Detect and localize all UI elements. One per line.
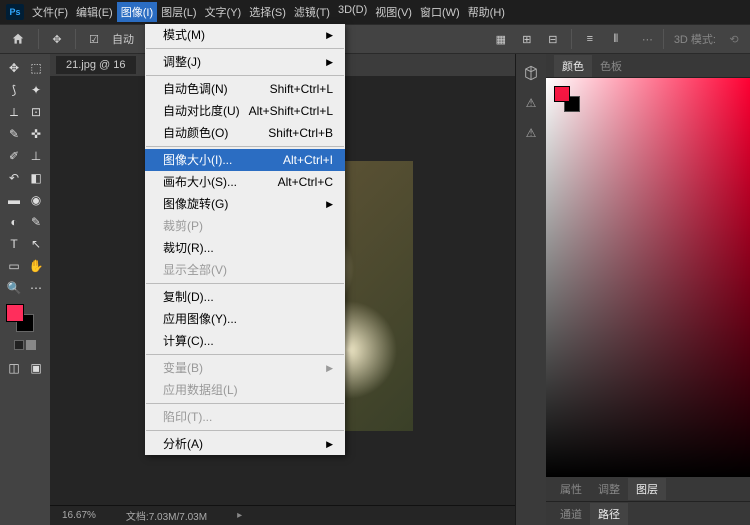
tool-palette: ✥⬚ ⟆✦ ⟂⊡ ✎✜ ✐⊥ ↶◧ ▬◉ ◐✎ T↖ ▭✋ 🔍⋯ ◫ ▣ (0, 54, 50, 525)
distribute-icon[interactable]: ≡ (582, 31, 598, 47)
image-menu-dropdown: 模式(M)▶ 调整(J)▶ 自动色调(N)Shift+Ctrl+L自动对比度(U)A… (145, 24, 345, 455)
distribute-icon-2[interactable]: ⫴ (608, 31, 624, 47)
crop-tool[interactable]: ⟂ (4, 102, 24, 122)
checkbox-icon[interactable]: ☑ (86, 31, 102, 47)
default-colors-icon[interactable] (14, 340, 24, 350)
move-tool-icon[interactable]: ✥ (49, 31, 65, 47)
menu-item[interactable]: 自动颜色(O)Shift+Ctrl+B (145, 122, 345, 144)
menu-7[interactable]: 3D(D) (334, 2, 371, 22)
hand-tool[interactable]: ✋ (26, 256, 46, 276)
menu-bar: Ps 文件(F)编辑(E)图像(I)图层(L)文字(Y)选择(S)滤镜(T)3D… (0, 0, 750, 24)
options-bar: ✥ ☑ 自动 ▦ ⊞ ⊟ ≡ ⫴ ⋯ 3D 模式: ⟲ (0, 24, 750, 54)
gradient-tool[interactable]: ▬ (4, 190, 24, 210)
marquee-tool[interactable]: ⬚ (26, 58, 46, 78)
tab-paths[interactable]: 路径 (590, 503, 628, 525)
menu-item[interactable]: 图像旋转(G)▶ (145, 193, 345, 215)
move-tool[interactable]: ✥ (4, 58, 24, 78)
menu-item[interactable]: 调整(J)▶ (145, 51, 345, 73)
warning-icon: ⚠ (522, 94, 540, 112)
shape-tool[interactable]: ▭ (4, 256, 24, 276)
menu-item[interactable]: 模式(M)▶ (145, 24, 345, 46)
pen-tool[interactable]: ✎ (26, 212, 46, 232)
blur-tool[interactable]: ◉ (26, 190, 46, 210)
menu-1[interactable]: 编辑(E) (72, 2, 117, 22)
3d-icon[interactable]: ⟲ (726, 31, 742, 47)
align-icon[interactable]: ▦ (493, 31, 509, 47)
menu-item: 裁剪(P) (145, 215, 345, 237)
align-icon-3[interactable]: ⊟ (545, 31, 561, 47)
menu-9[interactable]: 窗口(W) (416, 2, 464, 22)
menu-item[interactable]: 自动对比度(U)Alt+Shift+Ctrl+L (145, 100, 345, 122)
menu-item[interactable]: 计算(C)... (145, 330, 345, 352)
menu-item[interactable]: 裁切(R)... (145, 237, 345, 259)
menu-5[interactable]: 选择(S) (245, 2, 290, 22)
menu-item: 显示全部(V) (145, 259, 345, 281)
tab-color[interactable]: 颜色 (554, 55, 592, 77)
zoom-level[interactable]: 16.67% (62, 510, 96, 521)
eraser-tool[interactable]: ◧ (26, 168, 46, 188)
app-logo: Ps (6, 4, 24, 20)
menu-item: 应用数据组(L) (145, 379, 345, 401)
mode-3d-label: 3D 模式: (674, 31, 716, 47)
menu-item[interactable]: 分析(A)▶ (145, 433, 345, 455)
menu-2[interactable]: 图像(I) (117, 2, 157, 22)
menu-3[interactable]: 图层(L) (157, 2, 200, 22)
type-tool[interactable]: T (4, 234, 24, 254)
tab-adjustments[interactable]: 调整 (590, 478, 628, 500)
path-tool[interactable]: ↖ (26, 234, 46, 254)
frame-tool[interactable]: ⊡ (26, 102, 46, 122)
panels: ⚠ ⚠ 颜色 色板 属性 调整 图层 (515, 54, 750, 525)
menu-item[interactable]: 画布大小(S)...Alt+Ctrl+C (145, 171, 345, 193)
tab-swatches[interactable]: 色板 (592, 55, 630, 77)
more-tools[interactable]: ⋯ (26, 278, 46, 298)
cube-icon[interactable] (522, 64, 540, 82)
quickmask-icon[interactable]: ◫ (4, 358, 24, 378)
lasso-tool[interactable]: ⟆ (4, 80, 24, 100)
auto-select-label: 自动 (112, 31, 134, 47)
tab-layers[interactable]: 图层 (628, 478, 666, 500)
zoom-tool[interactable]: 🔍 (4, 278, 24, 298)
wand-tool[interactable]: ✦ (26, 80, 46, 100)
heal-tool[interactable]: ✜ (26, 124, 46, 144)
menu-0[interactable]: 文件(F) (28, 2, 72, 22)
screenmode-icon[interactable]: ▣ (26, 358, 46, 378)
color-swatch[interactable] (2, 304, 48, 334)
menu-item[interactable]: 复制(D)... (145, 286, 345, 308)
menu-item: 变量(B)▶ (145, 357, 345, 379)
screen-mode-icon[interactable] (26, 340, 36, 350)
dodge-tool[interactable]: ◐ (4, 212, 24, 232)
align-icon-2[interactable]: ⊞ (519, 31, 535, 47)
history-tool[interactable]: ↶ (4, 168, 24, 188)
menu-item[interactable]: 自动色调(N)Shift+Ctrl+L (145, 78, 345, 100)
menu-item[interactable]: 图像大小(I)...Alt+Ctrl+I (145, 149, 345, 171)
stamp-tool[interactable]: ⊥ (26, 146, 46, 166)
menu-4[interactable]: 文字(Y) (201, 2, 246, 22)
eyedropper-tool[interactable]: ✎ (4, 124, 24, 144)
menu-item: 陷印(T)... (145, 406, 345, 428)
doc-info: 文档:7.03M/7.03M (126, 508, 207, 523)
warning-icon-2: ⚠ (522, 124, 540, 142)
menu-6[interactable]: 滤镜(T) (290, 2, 334, 22)
tab-channels[interactable]: 通道 (552, 503, 590, 525)
menu-item[interactable]: 应用图像(Y)... (145, 308, 345, 330)
tab-properties[interactable]: 属性 (552, 478, 590, 500)
menu-8[interactable]: 视图(V) (371, 2, 416, 22)
brush-tool[interactable]: ✐ (4, 146, 24, 166)
home-icon[interactable] (8, 30, 28, 48)
menu-10[interactable]: 帮助(H) (464, 2, 509, 22)
document-tab[interactable]: 21.jpg @ 16 (56, 56, 136, 74)
color-picker[interactable] (546, 78, 750, 477)
